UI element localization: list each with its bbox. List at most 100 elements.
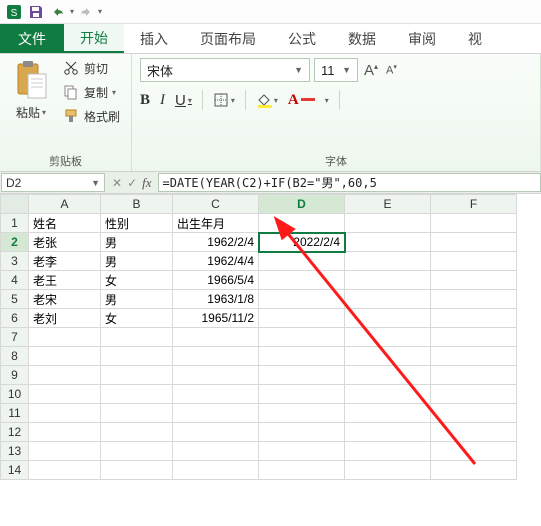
col-header-A[interactable]: A (29, 195, 101, 214)
cell-D1[interactable] (259, 214, 345, 233)
cell-C2[interactable]: 1962/2/4 (173, 233, 259, 252)
cell-E12[interactable] (345, 423, 431, 442)
row-header-2[interactable]: 2 (1, 233, 29, 252)
cell-F4[interactable] (431, 271, 517, 290)
select-all-cell[interactable] (1, 195, 29, 214)
fill-color-button[interactable]: ▾ (256, 92, 278, 108)
copy-button[interactable]: 复制▾ (60, 82, 122, 102)
cell-F2[interactable] (431, 233, 517, 252)
tab-review[interactable]: 审阅 (392, 24, 452, 53)
increase-font-icon[interactable]: A▴ (362, 62, 380, 79)
cell-D13[interactable] (259, 442, 345, 461)
undo-icon[interactable] (48, 2, 68, 22)
cell-D6[interactable] (259, 309, 345, 328)
cell-C12[interactable] (173, 423, 259, 442)
cell-F6[interactable] (431, 309, 517, 328)
cell-B12[interactable] (101, 423, 173, 442)
cell-E8[interactable] (345, 347, 431, 366)
cell-F14[interactable] (431, 461, 517, 480)
col-header-E[interactable]: E (345, 195, 431, 214)
cell-F10[interactable] (431, 385, 517, 404)
cell-F9[interactable] (431, 366, 517, 385)
cell-C13[interactable] (173, 442, 259, 461)
cell-D4[interactable] (259, 271, 345, 290)
cell-D9[interactable] (259, 366, 345, 385)
row-header-9[interactable]: 9 (1, 366, 29, 385)
cell-A7[interactable] (29, 328, 101, 347)
cell-B4[interactable]: 女 (101, 271, 173, 290)
cell-C5[interactable]: 1963/1/8 (173, 290, 259, 309)
cell-D14[interactable] (259, 461, 345, 480)
cell-E7[interactable] (345, 328, 431, 347)
cell-A4[interactable]: 老王 (29, 271, 101, 290)
cell-C1[interactable]: 出生年月 (173, 214, 259, 233)
cell-A5[interactable]: 老宋 (29, 290, 101, 309)
cell-C10[interactable] (173, 385, 259, 404)
worksheet-grid[interactable]: ABCDEF1姓名性别出生年月2老张男1962/2/42022/2/43老李男1… (0, 194, 541, 480)
cell-C8[interactable] (173, 347, 259, 366)
redo-icon[interactable] (76, 2, 96, 22)
col-header-C[interactable]: C (173, 195, 259, 214)
cell-A8[interactable] (29, 347, 101, 366)
cell-B10[interactable] (101, 385, 173, 404)
cell-C14[interactable] (173, 461, 259, 480)
undo-dropdown-icon[interactable]: ▾ (70, 7, 74, 16)
tab-home[interactable]: 开始 (64, 24, 124, 53)
tab-formula[interactable]: 公式 (272, 24, 332, 53)
cell-E5[interactable] (345, 290, 431, 309)
cell-E3[interactable] (345, 252, 431, 271)
cell-F12[interactable] (431, 423, 517, 442)
row-header-5[interactable]: 5 (1, 290, 29, 309)
cell-E10[interactable] (345, 385, 431, 404)
file-tab[interactable]: 文件 (0, 24, 64, 53)
cell-C6[interactable]: 1965/11/2 (173, 309, 259, 328)
cell-A1[interactable]: 姓名 (29, 214, 101, 233)
cell-F1[interactable] (431, 214, 517, 233)
cell-F7[interactable] (431, 328, 517, 347)
cell-E1[interactable] (345, 214, 431, 233)
cell-D5[interactable] (259, 290, 345, 309)
save-icon[interactable] (26, 2, 46, 22)
cell-E14[interactable] (345, 461, 431, 480)
cell-C9[interactable] (173, 366, 259, 385)
cell-A14[interactable] (29, 461, 101, 480)
cell-D7[interactable] (259, 328, 345, 347)
cell-F8[interactable] (431, 347, 517, 366)
cell-B1[interactable]: 性别 (101, 214, 173, 233)
underline-button[interactable]: U ▾ (175, 92, 192, 109)
cell-E11[interactable] (345, 404, 431, 423)
cell-A9[interactable] (29, 366, 101, 385)
cell-B2[interactable]: 男 (101, 233, 173, 252)
customize-qat-icon[interactable]: ▾ (98, 7, 102, 16)
cell-B3[interactable]: 男 (101, 252, 173, 271)
cell-A3[interactable]: 老李 (29, 252, 101, 271)
decrease-font-icon[interactable]: A▾ (384, 63, 399, 77)
cell-B14[interactable] (101, 461, 173, 480)
row-header-1[interactable]: 1 (1, 214, 29, 233)
row-header-3[interactable]: 3 (1, 252, 29, 271)
cell-E6[interactable] (345, 309, 431, 328)
italic-button[interactable]: I (160, 92, 165, 109)
cell-F3[interactable] (431, 252, 517, 271)
enter-formula-icon[interactable]: ✓ (127, 176, 137, 190)
col-header-D[interactable]: D (259, 195, 345, 214)
font-color-button[interactable]: A (288, 92, 315, 109)
font-name-select[interactable]: 宋体▼ (140, 58, 310, 82)
cell-B13[interactable] (101, 442, 173, 461)
cell-A12[interactable] (29, 423, 101, 442)
font-size-select[interactable]: 11▼ (314, 58, 358, 82)
cell-E2[interactable] (345, 233, 431, 252)
row-header-4[interactable]: 4 (1, 271, 29, 290)
row-header-14[interactable]: 14 (1, 461, 29, 480)
cell-D12[interactable] (259, 423, 345, 442)
format-painter-button[interactable]: 格式刷 (60, 106, 122, 126)
row-header-11[interactable]: 11 (1, 404, 29, 423)
cell-B5[interactable]: 男 (101, 290, 173, 309)
cell-D11[interactable] (259, 404, 345, 423)
cell-D3[interactable] (259, 252, 345, 271)
tab-insert[interactable]: 插入 (124, 24, 184, 53)
cell-C4[interactable]: 1966/5/4 (173, 271, 259, 290)
paste-dropdown-icon[interactable]: ▾ (42, 108, 46, 117)
cell-D8[interactable] (259, 347, 345, 366)
cell-F13[interactable] (431, 442, 517, 461)
